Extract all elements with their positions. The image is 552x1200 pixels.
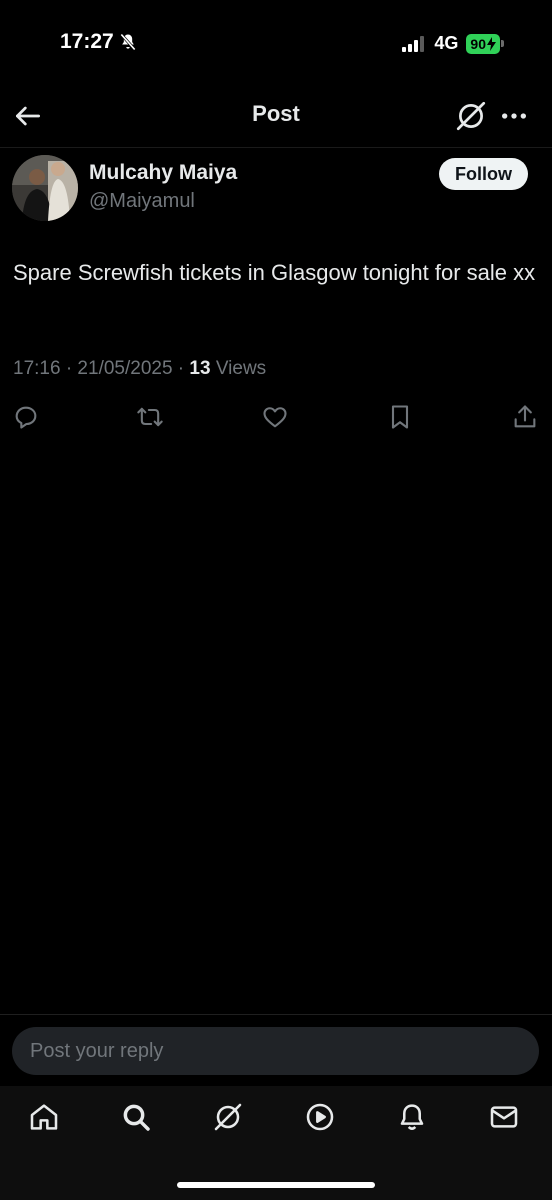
reply-input[interactable]	[12, 1027, 539, 1075]
nav-video[interactable]	[304, 1101, 340, 1137]
share-icon	[511, 405, 539, 435]
home-icon	[28, 1104, 60, 1137]
messages-icon	[488, 1106, 520, 1137]
battery-nub	[501, 40, 504, 47]
repost-button[interactable]	[136, 403, 166, 433]
signal-icon	[402, 35, 426, 52]
nav-search[interactable]	[120, 1101, 156, 1137]
like-button[interactable]	[261, 403, 291, 433]
back-button[interactable]	[12, 100, 44, 132]
reply-icon	[12, 406, 40, 435]
video-icon	[304, 1103, 336, 1137]
nav-grok[interactable]	[212, 1101, 248, 1137]
more-options-button[interactable]	[498, 100, 530, 132]
nav-notifications[interactable]	[396, 1101, 432, 1137]
network-type: 4G	[434, 33, 459, 53]
charging-bolt-icon	[487, 36, 496, 51]
grok-button[interactable]	[454, 99, 488, 133]
more-icon	[498, 113, 530, 136]
nav-messages[interactable]	[488, 1101, 524, 1137]
battery-indicator: 90	[466, 33, 504, 54]
follow-button[interactable]: Follow	[439, 158, 528, 190]
nav-home[interactable]	[28, 1101, 64, 1137]
home-indicator[interactable]	[177, 1182, 375, 1188]
post-text: Spare Screwfish tickets in Glasgow tonig…	[13, 260, 536, 285]
search-icon	[120, 1104, 152, 1137]
grok-icon	[454, 101, 488, 137]
post-meta: 17:16 · 21/05/2025 · 13 Views	[13, 358, 266, 380]
bookmark-button[interactable]	[386, 403, 416, 433]
silent-bell-icon	[118, 32, 138, 52]
status-time-text: 17:27	[60, 30, 114, 53]
header-divider	[0, 147, 552, 148]
like-icon	[261, 407, 289, 435]
notifications-icon	[396, 1104, 428, 1137]
status-bar-time: 17:27	[60, 30, 138, 54]
repost-icon	[136, 407, 164, 435]
battery-body: 90	[466, 33, 500, 54]
status-bar-indicators: 4G 90	[402, 33, 504, 54]
avatar[interactable]	[12, 155, 78, 221]
author-handle[interactable]: @Maiyamul	[89, 190, 195, 213]
reply-button[interactable]	[12, 403, 42, 433]
views-count[interactable]: 13	[189, 358, 210, 379]
bookmark-icon	[386, 405, 414, 435]
back-arrow-icon	[12, 106, 44, 136]
views-label: Views	[210, 358, 267, 379]
post-timestamp: 17:16 · 21/05/2025 ·	[13, 358, 190, 379]
battery-level: 90	[470, 35, 486, 52]
grok-icon	[212, 1103, 244, 1137]
share-button[interactable]	[511, 403, 541, 433]
author-name[interactable]: Mulcahy Maiya	[89, 161, 237, 185]
